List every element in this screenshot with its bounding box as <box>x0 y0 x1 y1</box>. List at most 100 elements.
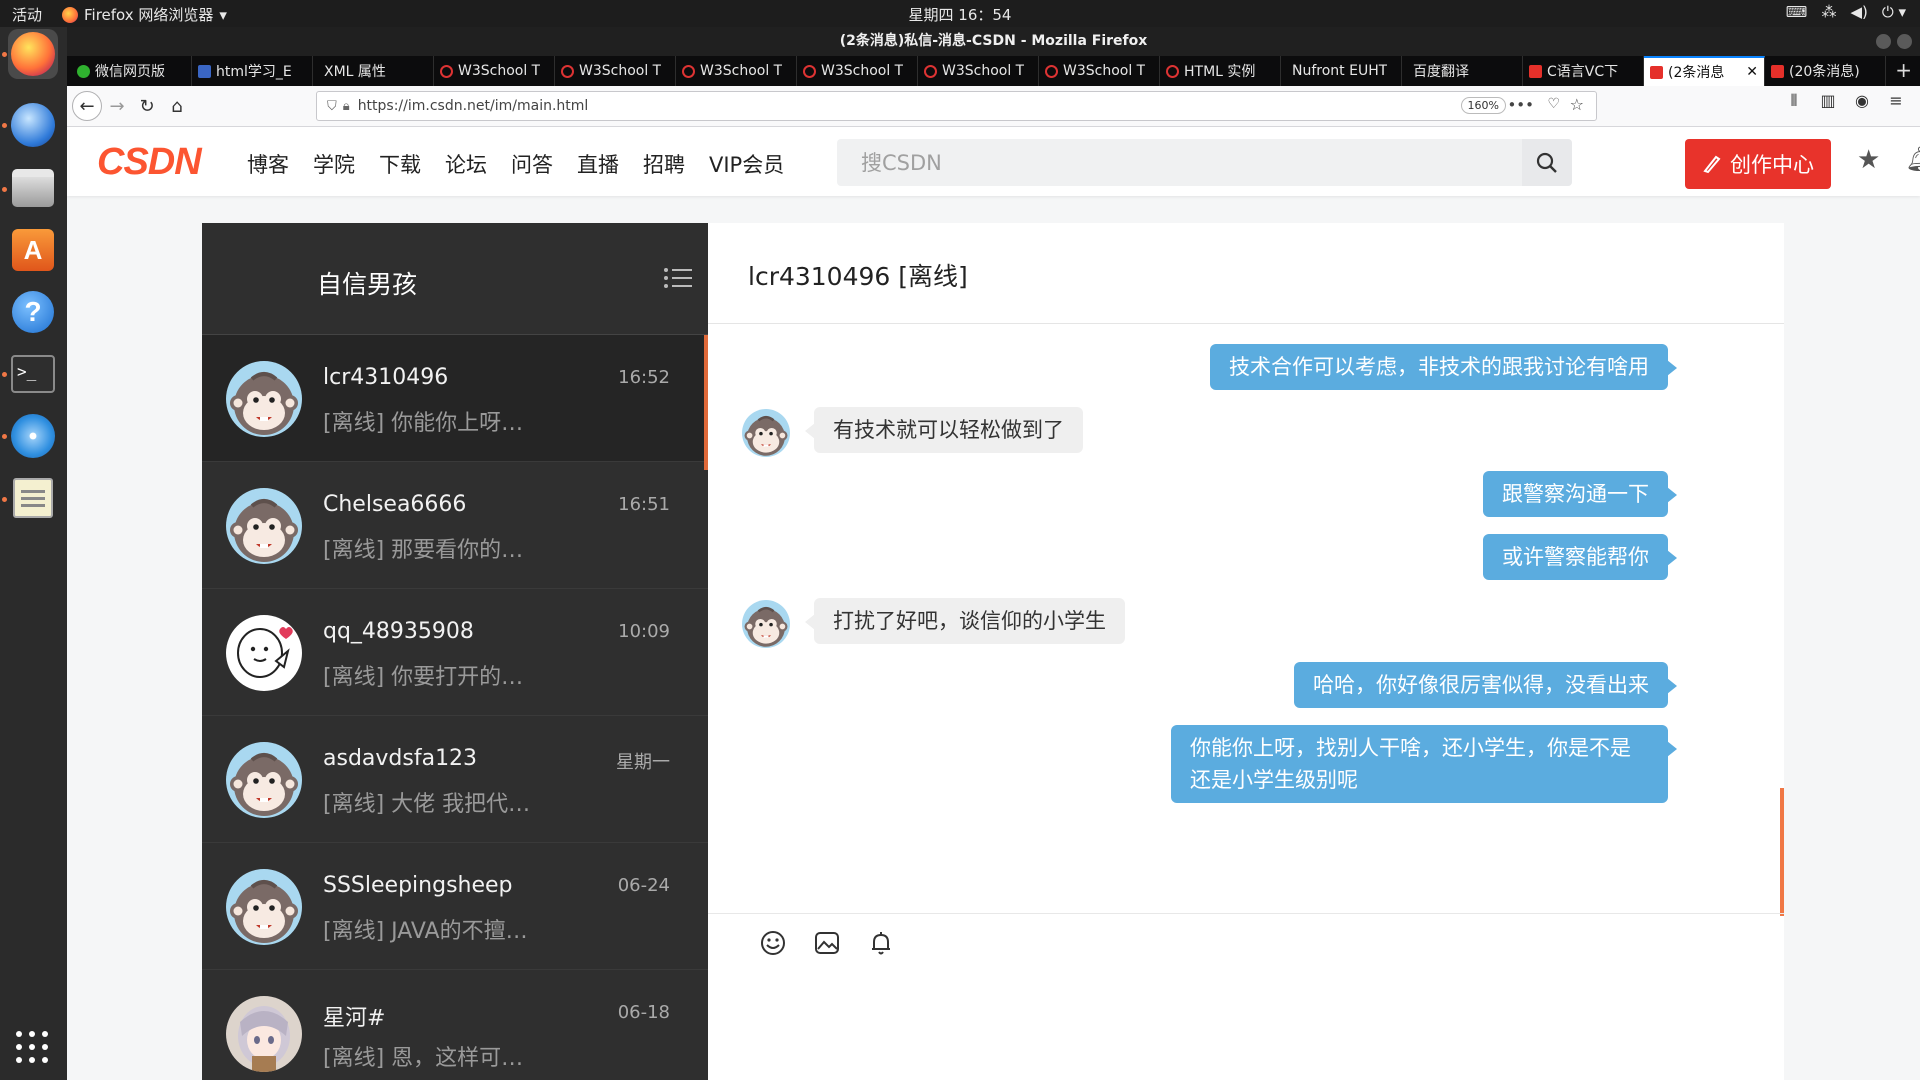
dock-files[interactable] <box>8 163 58 213</box>
show-applications-button[interactable] <box>8 1023 58 1073</box>
menu-list-icon[interactable] <box>664 263 692 293</box>
conversation-item[interactable]: qq_48935908 10:09 [离线] 你要打开的… <box>202 589 708 716</box>
dock-help[interactable]: ? <box>8 287 58 337</box>
nav-link[interactable]: 下载 <box>379 149 421 179</box>
browser-tab[interactable]: 微信网页版 <box>71 56 192 86</box>
nav-link[interactable]: 论坛 <box>445 149 487 179</box>
emoji-icon[interactable] <box>758 928 788 958</box>
favicon-icon <box>924 64 937 78</box>
browser-tab[interactable]: Nufront EUHT <box>1281 56 1402 86</box>
library-icon[interactable]: ⫴ <box>1782 91 1806 111</box>
avatar <box>226 361 302 437</box>
text-editor-icon <box>13 478 53 518</box>
back-button[interactable]: ← <box>72 91 102 121</box>
system-clock[interactable]: 星期四 16：54 <box>0 4 1920 25</box>
browser-tab[interactable]: 百度翻译 <box>1402 56 1523 86</box>
system-tray[interactable]: ⌨ ⁂ ◀) ⏻ ▾ <box>1786 3 1906 21</box>
favorites-star-icon[interactable]: ★ <box>1857 145 1880 175</box>
dock-thunderbird[interactable] <box>8 100 58 150</box>
conversation-item[interactable]: 星河# 06-18 [离线] 恩，这样可… <box>202 970 708 1080</box>
running-indicator <box>2 123 7 128</box>
nav-link[interactable]: 招聘 <box>643 149 685 179</box>
sidebar-icon[interactable]: ▥ <box>1816 91 1840 111</box>
conversation-name: lcr4310496 <box>323 365 449 390</box>
browser-tab[interactable]: W3School T <box>1039 56 1160 86</box>
conversation-item[interactable]: lcr4310496 16:52 [离线] 你能你上呀… <box>202 335 708 470</box>
close-tab-icon[interactable]: ✕ <box>1746 64 1758 80</box>
pocket-icon[interactable]: ♡ <box>1547 96 1560 112</box>
tab-label: W3School T <box>942 63 1025 79</box>
browser-tab[interactable]: W3School T <box>555 56 676 86</box>
browser-tab[interactable]: W3School T <box>797 56 918 86</box>
scrollbar-thumb[interactable] <box>1780 788 1784 916</box>
conversation-item[interactable]: Chelsea6666 16:51 [离线] 那要看你的… <box>202 462 708 589</box>
conversation-preview: [离线] 你要打开的… <box>323 665 524 690</box>
window-titlebar[interactable]: (2条消息)私信-消息-CSDN - Mozilla Firefox <box>67 27 1920 56</box>
hamburger-menu-icon[interactable]: ≡ <box>1884 91 1908 111</box>
close-window-button[interactable] <box>1897 34 1912 49</box>
dock-disc[interactable] <box>8 411 58 461</box>
create-center-button[interactable]: 创作中心 <box>1685 139 1831 189</box>
conversation-item[interactable]: asdavdsfa123 星期一 [离线] 大佬 我把代… <box>202 716 708 843</box>
dock-terminal[interactable]: >_ <box>8 349 58 399</box>
nav-link[interactable]: 学院 <box>313 149 355 179</box>
tab-label: C语言VC下 <box>1547 64 1619 80</box>
browser-tab[interactable]: C语言VC下 <box>1523 56 1644 86</box>
bookmark-star-icon[interactable]: ☆ <box>1570 95 1584 114</box>
bell-icon[interactable] <box>866 928 896 958</box>
keyboard-icon[interactable]: ⌨ <box>1786 3 1808 21</box>
browser-tab[interactable]: HTML 实例 <box>1160 56 1281 86</box>
reload-button[interactable]: ↻ <box>132 91 162 121</box>
browser-tab[interactable]: W3School T <box>918 56 1039 86</box>
dock-text-editor[interactable] <box>8 473 58 523</box>
conversation-item[interactable]: SSSleepingsheep 06-24 [离线] JAVA的不擅… <box>202 843 708 970</box>
browser-tab[interactable]: W3School T <box>676 56 797 86</box>
running-indicator <box>2 187 7 192</box>
favicon-icon <box>561 64 574 78</box>
browser-tab[interactable]: (20条消息) <box>1765 56 1886 86</box>
shield-icon[interactable]: ⛉ <box>327 99 337 114</box>
favicon-icon <box>1771 64 1784 78</box>
minimize-button[interactable] <box>1876 34 1891 49</box>
tab-label: Nufront EUHT <box>1292 63 1388 79</box>
account-icon[interactable]: ◉ <box>1850 91 1874 111</box>
favicon-icon <box>198 64 211 78</box>
chat-window: lcr4310496 [离线] 技术合作可以考虑，非技术的跟我讨论有啥用 有技术就… <box>708 223 1784 1080</box>
zoom-indicator[interactable]: 160% <box>1460 97 1506 114</box>
app-dock: A ? >_ <box>0 27 67 1080</box>
search-button[interactable] <box>1522 139 1572 186</box>
browser-tab[interactable]: XML 属性 <box>313 56 434 86</box>
network-icon[interactable]: ⁂ <box>1821 3 1836 21</box>
tab-label: W3School T <box>700 63 783 79</box>
nav-link[interactable]: 问答 <box>511 149 553 179</box>
dock-software[interactable]: A <box>8 225 58 275</box>
browser-tab[interactable]: (2条消息 ✕ <box>1644 56 1765 86</box>
lock-icon[interactable]: 🔒︎ <box>343 99 350 114</box>
csdn-logo[interactable]: CSDN <box>97 141 202 184</box>
power-icon[interactable]: ⏻ ▾ <box>1882 3 1906 21</box>
url-bar[interactable]: ⛉ 🔒︎ https://im.csdn.net/im/main.html 16… <box>316 91 1597 121</box>
new-tab-button[interactable]: + <box>1895 58 1912 82</box>
volume-icon[interactable]: ◀) <box>1850 3 1867 21</box>
search-input[interactable] <box>837 139 1477 186</box>
page-actions-icon[interactable]: ••• <box>1507 96 1534 114</box>
notification-bell-icon[interactable]: 🔔︎ <box>1905 145 1920 173</box>
nav-link[interactable]: VIP会员 <box>709 149 784 179</box>
dock-firefox[interactable] <box>8 29 58 79</box>
message-list[interactable]: 技术合作可以考虑，非技术的跟我讨论有啥用 有技术就可以轻松做到了 跟警察沟通一下 或许… <box>708 324 1784 904</box>
message-composer[interactable] <box>708 913 1784 1080</box>
tab-label: W3School T <box>458 63 541 79</box>
nav-link[interactable]: 直播 <box>577 149 619 179</box>
sender-avatar[interactable] <box>742 600 790 648</box>
url-text[interactable]: https://im.csdn.net/im/main.html <box>358 98 589 114</box>
image-icon[interactable] <box>812 928 842 958</box>
forward-button[interactable]: → <box>102 91 132 121</box>
nav-link[interactable]: 博客 <box>247 149 289 179</box>
home-button[interactable]: ⌂ <box>162 91 192 121</box>
browser-tab[interactable]: html学习_E <box>192 56 313 86</box>
navigation-toolbar: ← → ↻ ⌂ ⛉ 🔒︎ https://im.csdn.net/im/main… <box>67 86 1920 127</box>
sender-avatar[interactable] <box>742 409 790 457</box>
tab-label: (20条消息) <box>1789 64 1860 80</box>
conversation-time: 星期一 <box>616 752 670 773</box>
browser-tab[interactable]: W3School T <box>434 56 555 86</box>
